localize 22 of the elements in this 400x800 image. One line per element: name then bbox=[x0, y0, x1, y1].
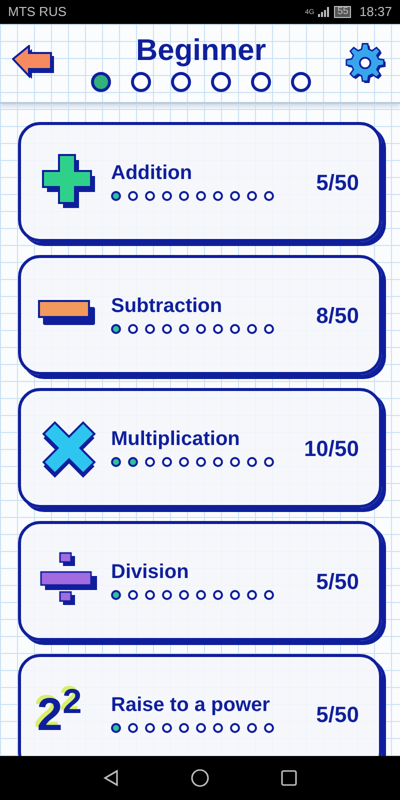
recents-icon[interactable] bbox=[280, 769, 298, 787]
settings-icon bbox=[345, 42, 387, 84]
battery-level: 55 bbox=[334, 6, 352, 18]
back-icon[interactable] bbox=[102, 769, 120, 787]
level-title: Beginner bbox=[136, 34, 266, 68]
category-title: Multiplication bbox=[111, 429, 241, 449]
squared-number: 2$^{2}$ bbox=[37, 691, 82, 737]
category-title: Addition bbox=[111, 163, 194, 183]
category-title: Subtraction bbox=[111, 296, 224, 316]
score-text: 5/50 bbox=[316, 700, 359, 728]
score-text: 5/50 bbox=[316, 568, 359, 596]
score-text: 10/50 bbox=[304, 434, 359, 462]
category-title: Division bbox=[111, 562, 190, 582]
clock-text: 18:37 bbox=[359, 3, 392, 22]
score-text: 5/50 bbox=[316, 168, 359, 196]
category-title: Raise to a power bbox=[111, 695, 271, 715]
left-arrow-icon bbox=[12, 45, 56, 81]
settings-button[interactable] bbox=[344, 41, 388, 85]
home-icon[interactable] bbox=[190, 768, 210, 788]
signal-icon bbox=[318, 7, 330, 17]
carrier-text: MTS RUS bbox=[8, 3, 66, 22]
score-text: 8/50 bbox=[316, 302, 359, 330]
